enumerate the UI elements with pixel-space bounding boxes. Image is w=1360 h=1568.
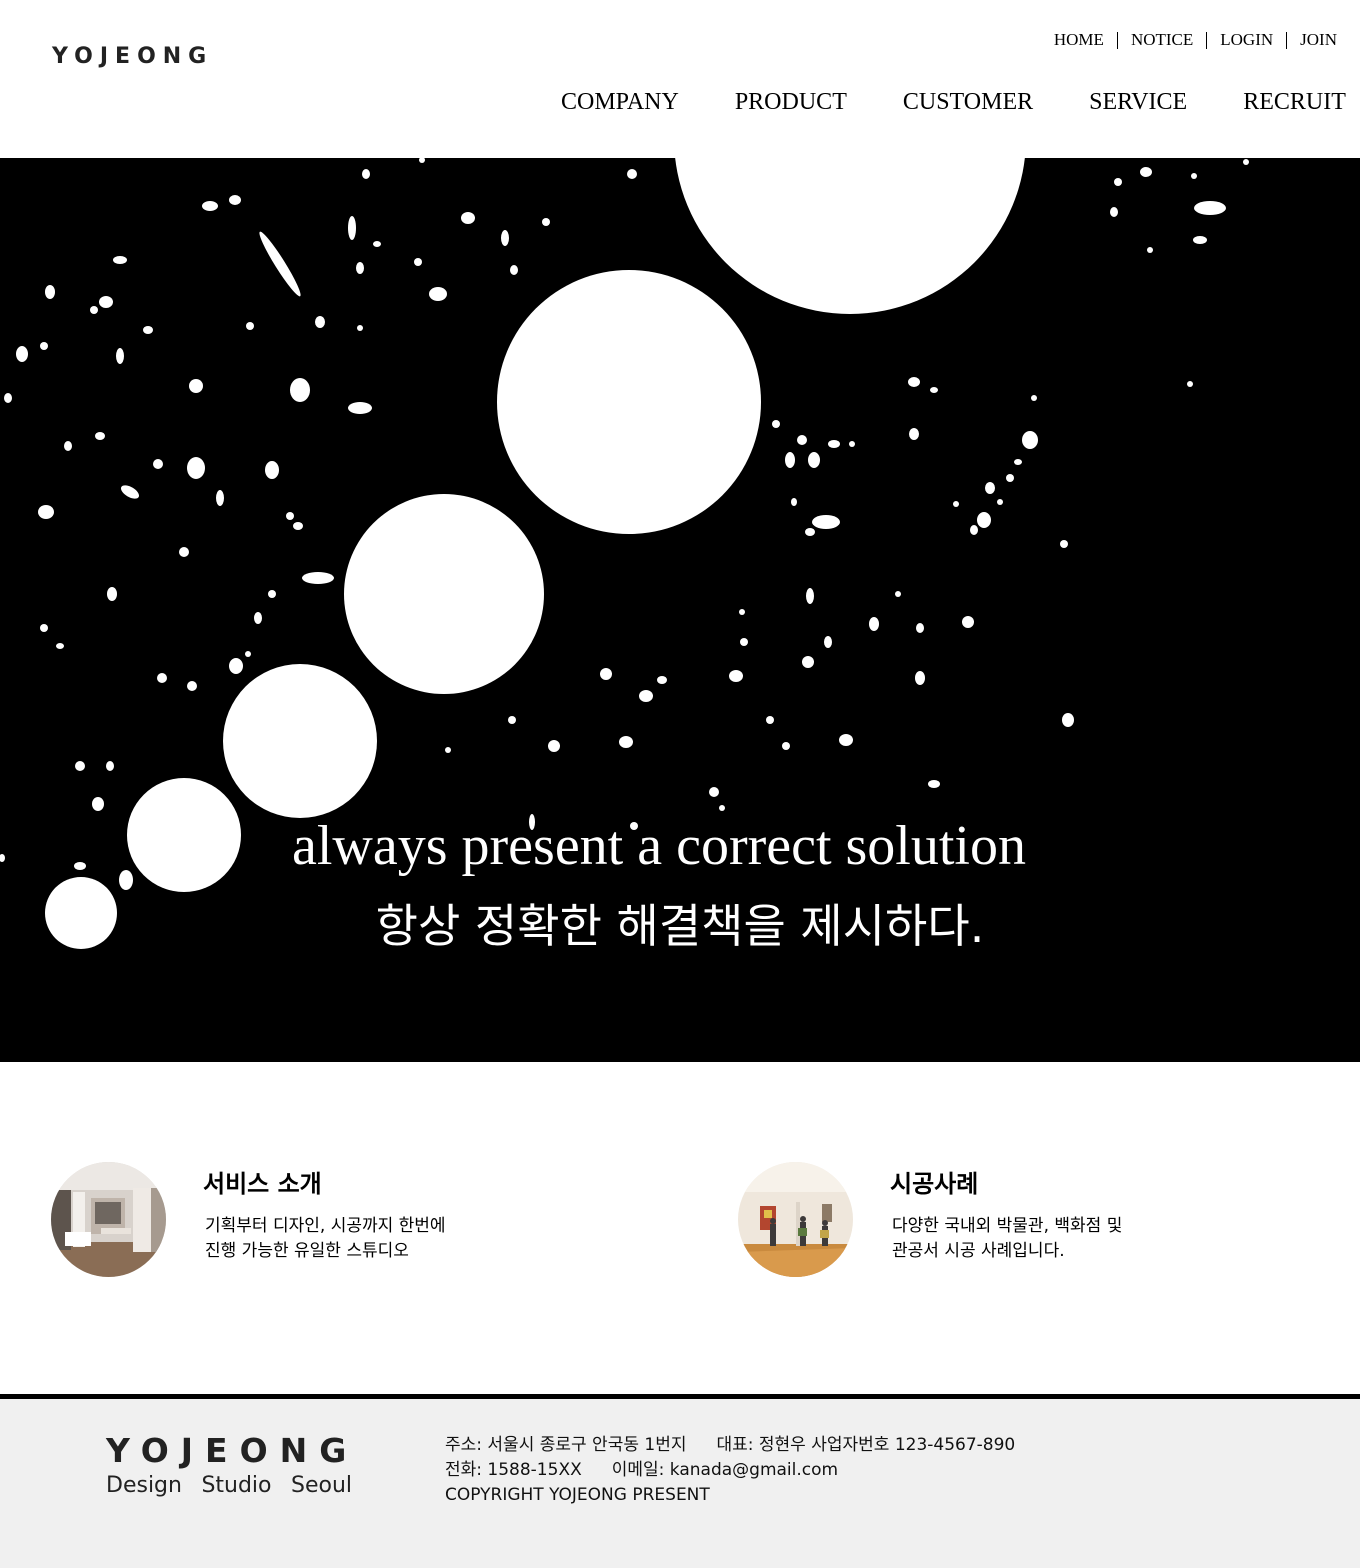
footer-logo: YOJEONG [106,1431,359,1470]
circle-large [675,158,1025,314]
feature-title[interactable]: 시공사례 [890,1164,978,1199]
footer-copyright: COPYRIGHT YOJEONG PRESENT [445,1485,710,1505]
circle [344,494,544,694]
tagline-word: Studio [201,1473,272,1498]
footer-info-row: 주소: 서울시 종로구 안국동 1번지 대표: 정현우 사업자번호 123-456… [445,1433,1015,1458]
site-header: YOJEONG HOME NOTICE LOGIN JOIN COMPANY P… [0,0,1360,158]
studio-interior-thumbnail[interactable] [51,1162,166,1277]
circle [497,270,761,534]
nav-service[interactable]: SERVICE [1089,89,1187,121]
feature-title[interactable]: 서비스 소개 [203,1164,322,1199]
feature-description: 다양한 국내외 박물관, 백화점 및 관공서 시공 사례입니다. [892,1214,1212,1264]
site-footer: YOJEONG Design Studio Seoul 주소: 서울시 종로구 … [0,1394,1360,1568]
nav-recruit[interactable]: RECRUIT [1243,89,1346,121]
nav-product[interactable]: PRODUCT [735,89,847,121]
nav-company[interactable]: COMPANY [561,89,679,121]
tagline-word: Design [106,1473,182,1498]
feature-desc-line: 관공서 시공 사례입니다. [892,1241,1065,1261]
tagline-word: Seoul [290,1473,352,1498]
util-link-notice[interactable]: NOTICE [1131,30,1193,50]
footer-email[interactable]: 이메일: kanada@gmail.com [612,1460,838,1480]
util-link-home[interactable]: HOME [1054,30,1104,50]
footer-address: 주소: 서울시 종로구 안국동 1번지 [445,1435,687,1455]
footer-tagline: Design Studio Seoul [106,1473,352,1498]
util-link-login[interactable]: LOGIN [1220,30,1273,50]
utility-nav: HOME NOTICE LOGIN JOIN [1054,29,1337,51]
feature-description: 기획부터 디자인, 시공까지 한번에 진행 가능한 유일한 스튜디오 [205,1214,525,1264]
feature-desc-line: 진행 가능한 유일한 스튜디오 [205,1241,409,1261]
nav-divider [1206,31,1208,49]
footer-info-row: 전화: 1588-15XX 이메일: kanada@gmail.com [445,1458,1015,1483]
footer-company-info: 주소: 서울시 종로구 안국동 1번지 대표: 정현우 사업자번호 123-456… [445,1433,1015,1508]
feature-desc-line: 기획부터 디자인, 시공까지 한번에 [205,1216,446,1236]
circle [223,664,377,818]
main-nav: COMPANY PRODUCT CUSTOMER SERVICE RECRUIT [561,89,1346,121]
nav-customer[interactable]: CUSTOMER [903,89,1033,121]
gallery-visitors-thumbnail[interactable] [738,1162,853,1277]
feature-desc-line: 다양한 국내외 박물관, 백화점 및 [892,1216,1123,1236]
hero-headline-en: always present a correct solution [292,815,1026,877]
site-logo[interactable]: YOJEONG [52,44,213,69]
nav-divider [1116,31,1118,49]
hero-headline-ko: 항상 정확한 해결책을 제시하다. [375,899,985,953]
footer-phone: 전화: 1588-15XX [445,1460,582,1480]
footer-ceo: 대표: 정현우 사업자번호 123-4567-890 [716,1435,1016,1455]
nav-divider [1286,31,1288,49]
hero-banner: always present a correct solution 항상 정확한… [0,158,1360,1062]
util-link-join[interactable]: JOIN [1300,30,1337,50]
